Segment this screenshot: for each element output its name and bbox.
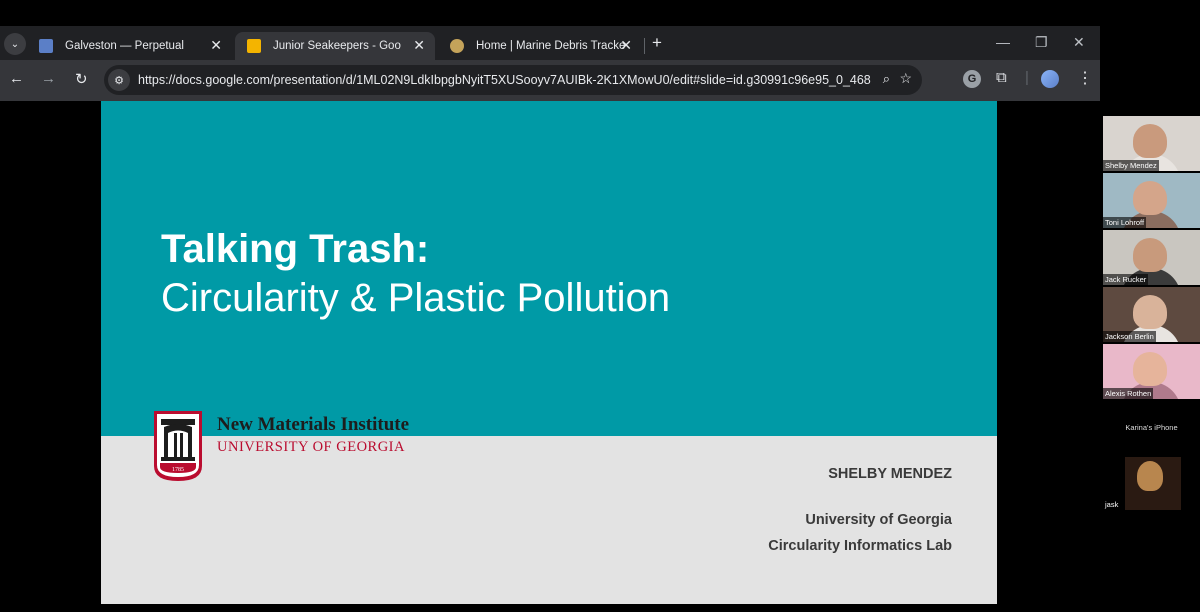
participant-tile[interactable]: Alexis Rothen [1103, 344, 1200, 399]
forward-button[interactable]: → [41, 70, 56, 87]
participant-video [1133, 352, 1167, 386]
close-window-button[interactable]: ✕ [1073, 34, 1085, 51]
presentation-slide: Talking Trash: Circularity & Plastic Pol… [101, 101, 997, 604]
new-tab-button[interactable]: + [652, 33, 662, 53]
participant-name: Alexis Rothen [1103, 388, 1154, 399]
tab-title: Galveston — Perpetual [65, 40, 184, 52]
toolbar-divider: | [1025, 69, 1029, 86]
participant-name: Karina's iPhone [1125, 423, 1178, 432]
restore-icon: ❐ [1035, 34, 1048, 50]
grammarly-extension-icon[interactable]: G [963, 70, 981, 88]
url-text[interactable]: https://docs.google.com/presentation/d/1… [138, 73, 871, 87]
close-icon[interactable]: ✕ [210, 37, 222, 54]
affiliation-lab: Circularity Informatics Lab [768, 538, 952, 554]
tab-junior-seakeepers[interactable]: Junior Seakeepers - Google Slides ✕ [235, 32, 435, 60]
docs-favicon-icon [39, 39, 53, 53]
participant-video [1133, 124, 1167, 158]
participant-tile[interactable]: Jackson Berlin [1103, 287, 1200, 342]
globe-favicon-icon [450, 39, 464, 53]
zoom-icon[interactable]: ⌕ [883, 71, 890, 87]
address-bar[interactable]: ⚙ https://docs.google.com/presentation/d… [104, 65, 922, 95]
arrow-left-icon: ← [9, 70, 24, 87]
tab-title: Home | Marine Debris Tracker [476, 40, 626, 52]
extensions-puzzle-icon[interactable]: ⧉ [996, 69, 1007, 86]
tab-title: Junior Seakeepers - Google Slides [273, 40, 401, 52]
participant-tile[interactable]: Toni Lohroff [1103, 173, 1200, 228]
plus-icon: + [652, 33, 662, 52]
tab-marine-debris-tracker[interactable]: Home | Marine Debris Tracker ✕ [438, 32, 642, 60]
participant-name: Shelby Mendez [1103, 160, 1159, 171]
affiliation-university: University of Georgia [805, 512, 952, 528]
uga-arch-logo-icon: 1785 [154, 411, 202, 481]
bookmark-star-icon[interactable]: ☆ [899, 70, 912, 87]
minimize-button[interactable]: — [996, 34, 1010, 50]
chevron-down-icon: ⌄ [10, 38, 20, 50]
profile-avatar[interactable] [1041, 70, 1059, 88]
restore-button[interactable]: ❐ [1035, 34, 1048, 51]
slides-favicon-icon [247, 39, 261, 53]
participant-video [1133, 181, 1167, 215]
participant-tile[interactable]: Shelby Mendez [1103, 116, 1200, 171]
presenter-name: SHELBY MENDEZ [828, 466, 952, 482]
more-menu-icon[interactable]: ⋮ [1077, 68, 1093, 88]
participant-name: Jackson Berlin [1103, 331, 1156, 342]
close-icon: ✕ [1073, 34, 1085, 50]
close-icon[interactable]: ✕ [620, 37, 632, 54]
reload-icon: ↻ [75, 71, 88, 88]
participant-video [1133, 295, 1167, 329]
back-button[interactable]: ← [9, 70, 24, 87]
arrow-right-icon: → [41, 70, 56, 87]
browser-toolbar: ← → ↻ ⚙ https://docs.google.com/presenta… [0, 60, 1100, 101]
close-icon[interactable]: ✕ [413, 37, 425, 54]
reload-button[interactable]: ↻ [75, 70, 88, 88]
logo-year: 1785 [172, 467, 184, 473]
participant-video [1137, 461, 1163, 491]
slide-title: Talking Trash: [161, 227, 430, 271]
participant-name: Toni Lohroff [1103, 217, 1147, 228]
university-name: UNIVERSITY OF GEORGIA [217, 439, 405, 455]
participant-name: jask [1105, 500, 1119, 509]
participant-tile[interactable]: Jack Rucker [1103, 230, 1200, 285]
tab-search-button[interactable]: ⌄ [4, 33, 26, 55]
site-settings-icon[interactable]: ⚙ [108, 69, 130, 91]
tab-strip: ⌄ Galveston — Perpetual ✕ Junior Seakeep… [0, 26, 1100, 60]
participant-tile[interactable]: Karina's iPhone [1103, 423, 1200, 432]
institute-name: New Materials Institute [217, 414, 410, 435]
tab-separator [644, 38, 645, 54]
participant-tile[interactable]: jask [1103, 455, 1200, 510]
slide-subtitle: Circularity & Plastic Pollution [161, 276, 671, 320]
minimize-icon: — [996, 34, 1010, 50]
browser-window: ⌄ Galveston — Perpetual ✕ Junior Seakeep… [0, 26, 1100, 101]
participant-name: Jack Rucker [1103, 274, 1149, 285]
tab-galveston[interactable]: Galveston — Perpetual ✕ [27, 32, 232, 60]
participant-video [1133, 238, 1167, 272]
